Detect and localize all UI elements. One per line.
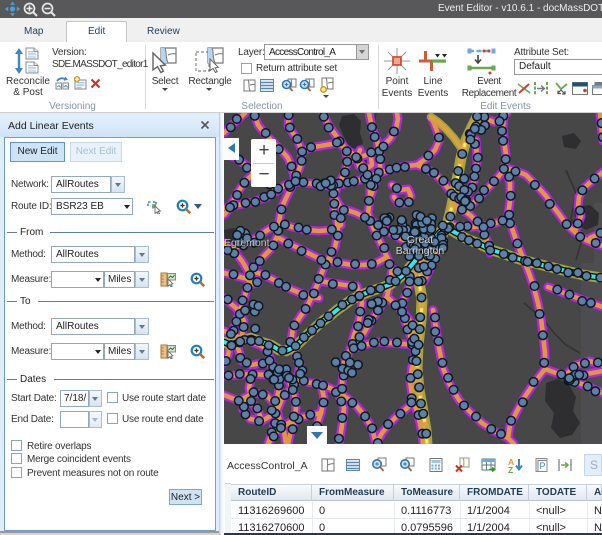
- svg-text:Barrington: Barrington: [396, 245, 445, 257]
- svg-text:Egremont: Egremont: [224, 237, 270, 249]
- svg-text:P: P: [540, 461, 546, 471]
- svg-text:Z: Z: [508, 465, 513, 473]
